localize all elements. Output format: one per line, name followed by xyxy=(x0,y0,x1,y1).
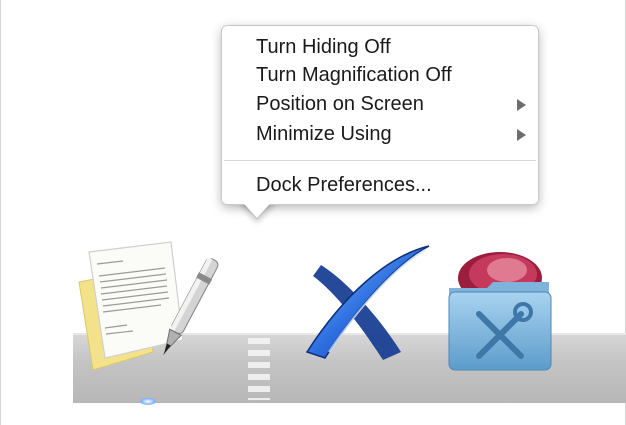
menu-item-turn-hiding-off[interactable]: Turn Hiding Off xyxy=(256,33,526,61)
menu-item-turn-magnification-off[interactable]: Turn Magnification Off xyxy=(256,61,526,89)
menu-item-position-on-screen[interactable]: Position on Screen xyxy=(256,90,526,118)
menu-item-dock-preferences[interactable]: Dock Preferences... xyxy=(256,171,526,199)
dock-divider xyxy=(248,338,270,400)
submenu-arrow-icon xyxy=(517,129,526,141)
menu-item-label: Dock Preferences... xyxy=(256,174,432,196)
utilities-folder-icon[interactable] xyxy=(445,240,565,380)
submenu-arrow-icon xyxy=(517,99,526,111)
xcode-app-icon[interactable] xyxy=(299,240,449,390)
textedit-app-icon[interactable] xyxy=(71,232,221,382)
menu-separator xyxy=(224,160,536,161)
dock-context-menu: Turn Hiding Off Turn Magnification Off P… xyxy=(221,25,539,205)
menu-item-minimize-using[interactable]: Minimize Using xyxy=(256,120,526,148)
running-indicator xyxy=(140,398,156,405)
menu-item-label: Turn Hiding Off xyxy=(256,36,391,58)
menu-tail-inner xyxy=(236,195,278,218)
folder-tools-icon xyxy=(448,252,552,371)
menu-item-label: Minimize Using xyxy=(256,123,392,145)
xcode-icon xyxy=(305,245,430,360)
screen-frame: Turn Hiding Off Turn Magnification Off P… xyxy=(0,0,626,425)
textedit-icon xyxy=(78,241,219,371)
menu-item-label: Turn Magnification Off xyxy=(256,64,452,86)
menu-item-label: Position on Screen xyxy=(256,93,424,115)
